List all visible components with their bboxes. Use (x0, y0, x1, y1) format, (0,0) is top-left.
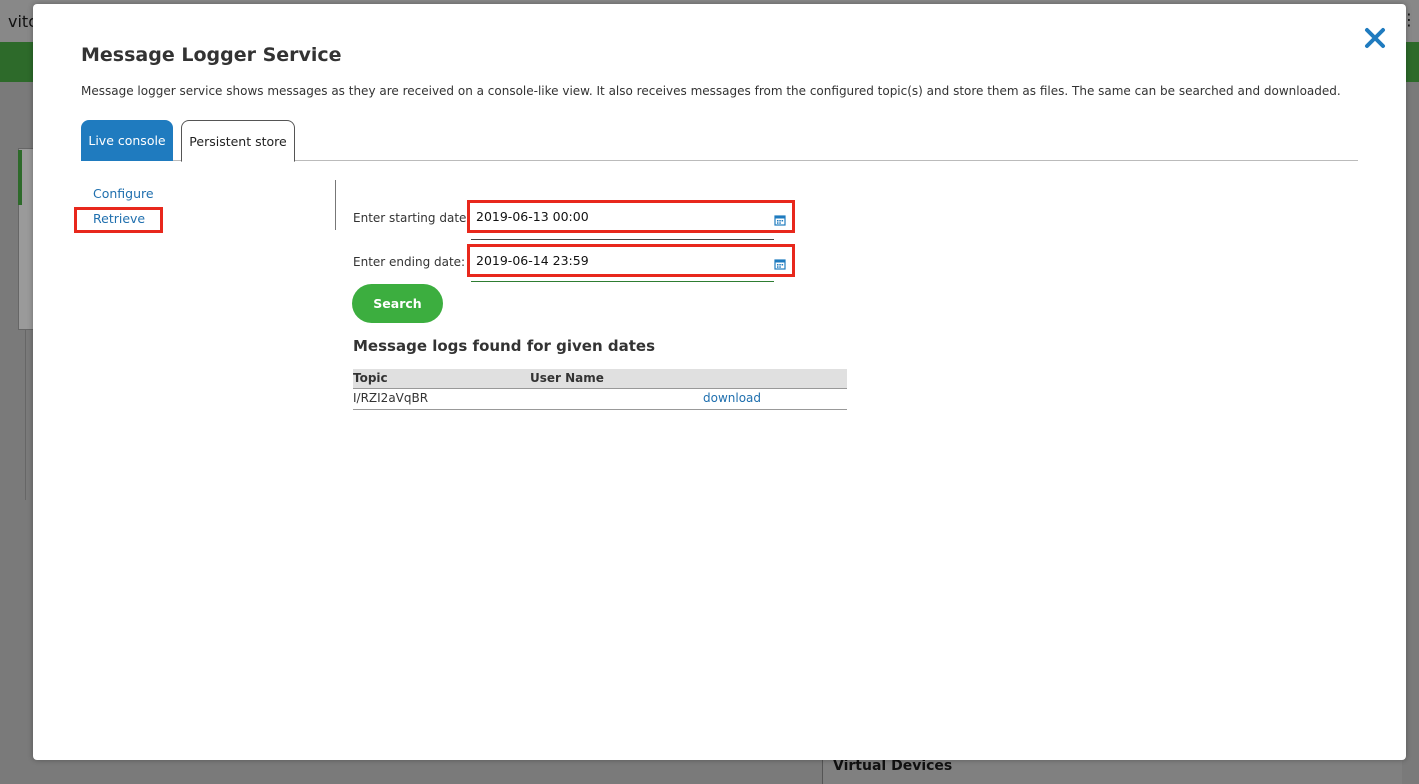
end-date-input[interactable] (470, 252, 768, 269)
start-date-field (467, 200, 795, 233)
row-topic: I/RZI2aVqBR (353, 391, 429, 405)
background-virtual-devices-title: Virtual Devices (822, 756, 1402, 784)
retrieve-highlight-box (74, 207, 163, 233)
table-header: Topic User Name (353, 369, 847, 389)
table-row: I/RZI2aVqBR download (353, 389, 847, 410)
message-logger-modal: Message Logger Service Message logger se… (33, 4, 1406, 760)
download-link[interactable]: download (703, 391, 761, 405)
background-panel-accent (18, 150, 22, 205)
results-table: Topic User Name I/RZI2aVqBR download (353, 369, 847, 410)
end-date-label: Enter ending date: (353, 255, 466, 269)
results-title: Message logs found for given dates (353, 337, 656, 355)
tab-persistent-store[interactable]: Persistent store (181, 120, 295, 162)
start-date-input[interactable] (470, 208, 768, 225)
start-date-label: Enter starting date: (353, 211, 471, 225)
search-button[interactable]: Search (352, 284, 443, 323)
sidebar-item-configure[interactable]: Configure (93, 186, 154, 201)
end-date-field (467, 244, 795, 277)
start-date-underline (471, 239, 774, 240)
modal-description: Message logger service shows messages as… (81, 84, 1341, 98)
calendar-icon[interactable] (774, 211, 786, 226)
close-icon[interactable] (1363, 26, 1387, 50)
end-date-underline (471, 281, 774, 282)
calendar-icon[interactable] (774, 255, 786, 270)
modal-title: Message Logger Service (81, 44, 342, 66)
sidebar-divider (335, 180, 336, 230)
tab-live-console[interactable]: Live console (81, 120, 173, 161)
column-header-topic: Topic (353, 371, 388, 385)
column-header-user-name: User Name (530, 371, 604, 385)
